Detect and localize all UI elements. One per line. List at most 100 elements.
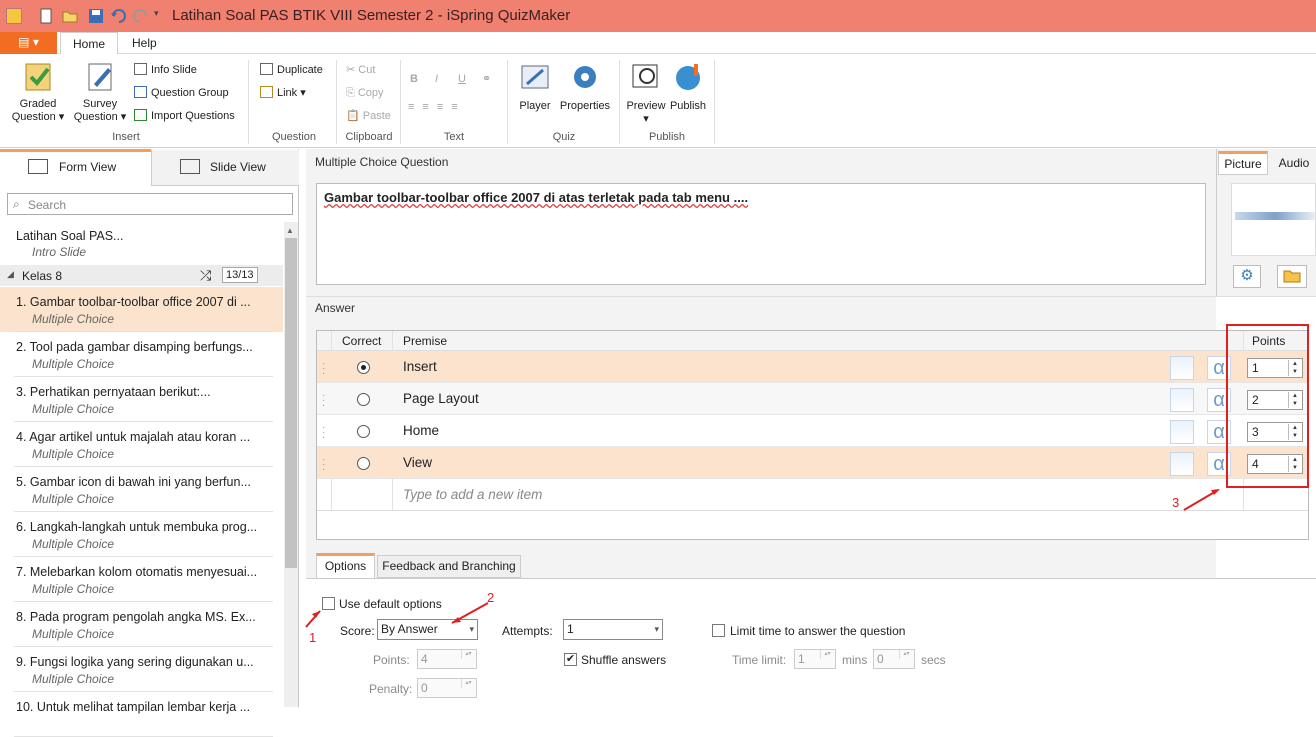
picture-settings-icon[interactable]: ⚙	[1233, 265, 1261, 288]
image-icon[interactable]	[1170, 420, 1194, 444]
paste-button[interactable]: 📋 Paste	[346, 107, 391, 125]
file-menu-button[interactable]: ▤ ▾	[0, 32, 57, 54]
premise-text[interactable]: Home	[403, 423, 439, 438]
intro-slide-item[interactable]: Latihan Soal PAS... Intro Slide	[0, 222, 283, 267]
question-group-row[interactable]: ◢ Kelas 8 ⤮ 13/13	[0, 265, 283, 286]
penalty-spinner[interactable]: 0	[417, 678, 477, 698]
list-item[interactable]: 2. Tool pada gambar disamping berfungs..…	[0, 332, 283, 377]
answer-row[interactable]: · · · Insert α 1 ▲ ▼	[317, 351, 1309, 383]
survey-question-button[interactable]: Survey Question ▾	[70, 60, 130, 124]
answer-row[interactable]: · · · Page Layout α 2 ▲ ▼	[317, 383, 1309, 415]
open-folder-icon[interactable]	[62, 8, 78, 24]
correct-radio[interactable]	[357, 425, 370, 438]
grid-header	[317, 331, 1308, 351]
list-item-type: Multiple Choice	[32, 492, 115, 506]
list-item[interactable]: 7. Melebarkan kolom otomatis menyesuai..…	[0, 557, 283, 602]
minutes-spinner[interactable]: 1	[794, 649, 836, 669]
collapse-icon: ◢	[7, 269, 14, 279]
list-item[interactable]: 10. Untuk melihat tampilan lembar kerja …	[0, 692, 283, 737]
drag-handle-icon[interactable]: · · ·	[322, 359, 325, 379]
cut-button[interactable]: ✂ Cut	[346, 61, 375, 79]
new-item-row[interactable]: Type to add a new item	[317, 479, 1308, 511]
import-questions-button[interactable]: Import Questions	[134, 107, 235, 125]
annotation-2: 2	[487, 590, 495, 605]
answer-row[interactable]: · · · View α 4 ▲ ▼	[317, 447, 1309, 479]
shuffle-answers-checkbox[interactable]: ✔	[564, 653, 577, 666]
correct-radio[interactable]	[357, 361, 370, 374]
publish-button[interactable]: Publish	[667, 60, 709, 113]
copy-button[interactable]: ⎘ Copy	[346, 84, 384, 102]
list-item[interactable]: 9. Fungsi logika yang sering digunakan u…	[0, 647, 283, 692]
shuffle-answers-label: Shuffle answers	[581, 653, 667, 667]
list-item[interactable]: 6. Langkah-langkah untuk membuka prog...…	[0, 512, 283, 557]
attempts-dropdown[interactable]: 1	[563, 619, 663, 640]
list-item-title: 9. Fungsi logika yang sering digunakan u…	[16, 655, 254, 669]
points-spinner[interactable]: 4	[417, 649, 477, 669]
hyperlink-icon[interactable]: ⚭	[482, 70, 491, 88]
list-item[interactable]: 5. Gambar icon di bawah ini yang berfun.…	[0, 467, 283, 512]
list-item[interactable]: 8. Pada program pengolah angka MS. Ex...…	[0, 602, 283, 647]
image-icon[interactable]	[1170, 356, 1194, 380]
underline-button[interactable]: U	[458, 70, 466, 88]
divider	[400, 60, 401, 144]
image-icon[interactable]	[1170, 452, 1194, 476]
question-group-button[interactable]: Question Group	[134, 84, 229, 102]
italic-button[interactable]: I	[435, 70, 438, 88]
tab-audio[interactable]: Audio	[1272, 153, 1316, 175]
list-item-title: 4. Agar artikel untuk majalah atau koran…	[16, 430, 251, 444]
drag-handle-icon[interactable]: · · ·	[322, 391, 325, 411]
bold-button[interactable]: B	[410, 70, 418, 88]
question-text-field[interactable]: Gambar toolbar-toolbar office 2007 di at…	[316, 183, 1206, 285]
duplicate-icon	[260, 63, 273, 75]
drag-handle-icon[interactable]: · · ·	[322, 423, 325, 443]
search-input[interactable]: ⌕ Search	[7, 193, 293, 215]
list-item[interactable]: 4. Agar artikel untuk majalah atau koran…	[0, 422, 283, 467]
drag-handle-icon[interactable]: · · ·	[322, 455, 325, 475]
tab-feedback-branching[interactable]: Feedback and Branching	[377, 555, 521, 578]
correct-radio[interactable]	[357, 457, 370, 470]
mins-label: mins	[842, 653, 868, 667]
new-file-icon[interactable]	[38, 8, 54, 24]
tab-options[interactable]: Options	[316, 553, 375, 578]
ribbon-tab-row	[0, 32, 1316, 54]
premise-text[interactable]: Page Layout	[403, 391, 479, 406]
annotation-3: 3	[1172, 495, 1180, 510]
limit-time-checkbox[interactable]	[712, 624, 725, 637]
tab-help[interactable]: Help	[120, 32, 169, 55]
correct-radio[interactable]	[357, 393, 370, 406]
premise-text[interactable]: View	[403, 455, 432, 470]
paste-icon: 📋	[346, 110, 363, 122]
limit-time-label: Limit time to answer the question	[730, 624, 906, 638]
list-item-type: Multiple Choice	[32, 627, 115, 641]
list-item[interactable]: 1. Gambar toolbar-toolbar office 2007 di…	[0, 287, 283, 332]
duplicate-button[interactable]: Duplicate	[260, 61, 323, 79]
image-icon[interactable]	[1170, 388, 1194, 412]
tab-picture[interactable]: Picture	[1218, 151, 1268, 175]
link-button[interactable]: Link ▾	[260, 84, 306, 102]
premise-text[interactable]: Insert	[403, 359, 437, 374]
info-slide-icon	[134, 63, 147, 75]
answer-row[interactable]: · · · Home α 3 ▲ ▼	[317, 415, 1309, 447]
seconds-spinner[interactable]: 0	[873, 649, 915, 669]
globe-icon	[676, 64, 700, 90]
question-count-badge: 13/13	[222, 267, 258, 283]
player-button[interactable]: Player	[514, 60, 556, 113]
properties-button[interactable]: Properties	[557, 60, 613, 113]
list-item-type: Multiple Choice	[32, 582, 115, 596]
list-icon	[28, 149, 48, 185]
list-item[interactable]: 3. Perhatikan pernyataan berikut:... Mult…	[0, 377, 283, 422]
preview-button[interactable]: Preview ▾	[624, 60, 668, 126]
graded-question-button[interactable]: Graded Question ▾	[8, 60, 68, 124]
customize-quick-access-icon[interactable]: ▾	[154, 8, 170, 24]
secs-label: secs	[921, 653, 946, 667]
info-slide-button[interactable]: Info Slide	[134, 61, 197, 79]
save-icon[interactable]	[88, 8, 104, 24]
alignment-icons[interactable]: ≡≡≡≡	[408, 98, 466, 116]
redo-icon[interactable]	[133, 8, 149, 24]
open-folder-icon[interactable]	[1277, 265, 1307, 288]
tab-home[interactable]: Home	[60, 32, 119, 55]
list-item-title: 7. Melebarkan kolom otomatis menyesuai..…	[16, 565, 258, 579]
picture-thumbnail[interactable]	[1231, 183, 1316, 256]
list-item-title: 8. Pada program pengolah angka MS. Ex...	[16, 610, 256, 624]
undo-icon[interactable]	[110, 8, 126, 24]
